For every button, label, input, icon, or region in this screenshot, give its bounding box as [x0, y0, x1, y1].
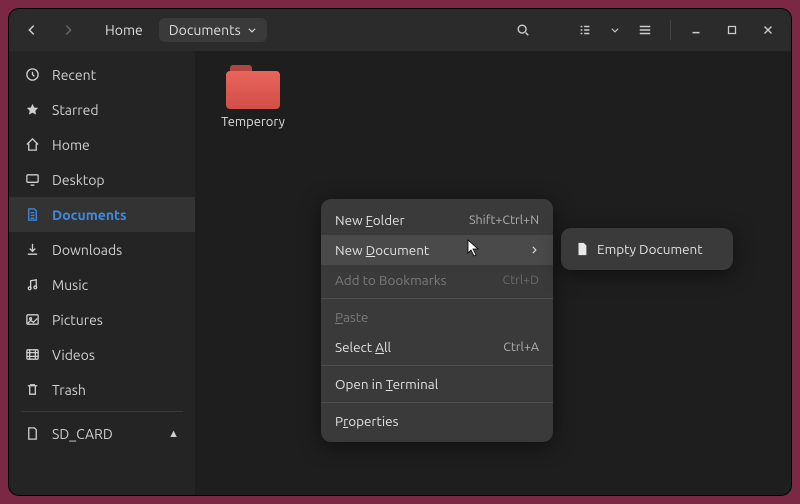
- sidebar-item-label: Documents: [52, 207, 179, 223]
- minimize-button[interactable]: [681, 15, 711, 45]
- folder-icon: [226, 65, 280, 109]
- home-icon: [25, 137, 40, 152]
- download-icon: [25, 242, 40, 257]
- menu-label: New Folder: [335, 212, 461, 228]
- menu-properties[interactable]: Properties: [321, 406, 553, 436]
- sidebar-item-pictures[interactable]: Pictures: [9, 302, 195, 337]
- document-icon: [575, 242, 589, 256]
- submenu-new-document: Empty Document: [561, 228, 733, 270]
- menu-add-bookmarks: Add to Bookmarks Ctrl+D: [321, 265, 553, 295]
- context-menu: New Folder Shift+Ctrl+N New Document Add…: [321, 199, 553, 442]
- sidebar-item-label: Music: [52, 277, 179, 293]
- maximize-button[interactable]: [717, 15, 747, 45]
- search-button[interactable]: [508, 15, 538, 45]
- submenu-label: Empty Document: [597, 241, 719, 257]
- chevron-down-icon: [610, 25, 620, 35]
- sidebar-item-videos[interactable]: Videos: [9, 337, 195, 372]
- sidebar-item-downloads[interactable]: Downloads: [9, 232, 195, 267]
- close-button[interactable]: [753, 15, 783, 45]
- back-button[interactable]: [17, 15, 47, 45]
- menu-select-all[interactable]: Select All Ctrl+A: [321, 332, 553, 362]
- chevron-down-icon: [247, 25, 257, 35]
- forward-button[interactable]: [53, 15, 83, 45]
- hamburger-menu-button[interactable]: [630, 15, 660, 45]
- submenu-empty-document[interactable]: Empty Document: [561, 234, 733, 264]
- clock-icon: [25, 67, 40, 82]
- music-icon: [25, 277, 40, 292]
- menu-shortcut: Ctrl+A: [503, 340, 539, 354]
- video-icon: [25, 347, 40, 362]
- sidebar-item-trash[interactable]: Trash: [9, 372, 195, 407]
- view-dropdown-button[interactable]: [606, 15, 624, 45]
- sidebar-item-label: Videos: [52, 347, 179, 363]
- menu-label: New Document: [335, 242, 521, 258]
- search-icon: [516, 23, 530, 37]
- sidebar-item-recent[interactable]: Recent: [9, 57, 195, 92]
- sidebar-item-label: Trash: [52, 382, 179, 398]
- menu-label: Select All: [335, 339, 495, 355]
- menu-shortcut: Ctrl+D: [503, 273, 539, 287]
- breadcrumb-current-label: Documents: [169, 22, 241, 38]
- titlebar: Home Documents: [9, 9, 791, 51]
- sidebar-item-label: Pictures: [52, 312, 179, 328]
- menu-label: Paste: [335, 309, 539, 325]
- document-icon: [25, 207, 40, 222]
- sidebar-item-desktop[interactable]: Desktop: [9, 162, 195, 197]
- menu-icon: [638, 23, 652, 37]
- desktop-icon: [25, 172, 40, 187]
- sidebar-item-label: SD_CARD: [52, 426, 156, 442]
- menu-new-document[interactable]: New Document: [321, 235, 553, 265]
- menu-open-terminal[interactable]: Open in Terminal: [321, 369, 553, 399]
- sidebar-item-home[interactable]: Home: [9, 127, 195, 162]
- sidebar-item-label: Recent: [52, 67, 179, 83]
- sdcard-icon: [25, 426, 40, 441]
- sidebar-item-documents[interactable]: Documents: [9, 197, 195, 232]
- file-manager-window: Home Documents: [9, 9, 791, 495]
- menu-label: Properties: [335, 413, 539, 429]
- list-icon: [578, 23, 592, 37]
- star-icon: [25, 102, 40, 117]
- chevron-right-icon: [529, 245, 539, 255]
- sidebar-item-label: Downloads: [52, 242, 179, 258]
- sidebar-item-starred[interactable]: Starred: [9, 92, 195, 127]
- menu-label: Open in Terminal: [335, 376, 539, 392]
- breadcrumb-home[interactable]: Home: [89, 18, 153, 42]
- menu-new-folder[interactable]: New Folder Shift+Ctrl+N: [321, 205, 553, 235]
- picture-icon: [25, 312, 40, 327]
- sidebar-item-label: Home: [52, 137, 179, 153]
- sidebar-item-music[interactable]: Music: [9, 267, 195, 302]
- sidebar-item-sdcard[interactable]: SD_CARD ▲: [9, 416, 195, 451]
- menu-label: Add to Bookmarks: [335, 272, 495, 288]
- folder-name: Temperory: [213, 115, 293, 129]
- breadcrumb-current[interactable]: Documents: [159, 18, 267, 42]
- view-list-button[interactable]: [570, 15, 600, 45]
- breadcrumb-home-label: Home: [105, 22, 143, 38]
- sidebar: Recent Starred Home Desktop Documents Do…: [9, 51, 195, 495]
- content-area[interactable]: Temperory New Folder Shift+Ctrl+N New Do…: [195, 51, 791, 495]
- menu-shortcut: Shift+Ctrl+N: [469, 213, 539, 227]
- sidebar-item-label: Desktop: [52, 172, 179, 188]
- trash-icon: [25, 382, 40, 397]
- eject-icon[interactable]: ▲: [168, 428, 179, 440]
- sidebar-item-label: Starred: [52, 102, 179, 118]
- folder-item[interactable]: Temperory: [213, 65, 293, 129]
- menu-paste: Paste: [321, 302, 553, 332]
